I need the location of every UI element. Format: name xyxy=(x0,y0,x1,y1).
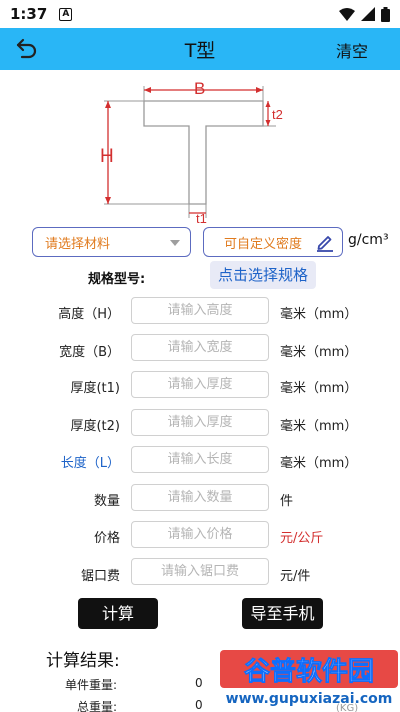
row-label-saw-fee: 锯口费 xyxy=(80,569,120,584)
total-weight-label: 总重量: xyxy=(76,700,117,712)
status-time: 1:37 xyxy=(10,5,48,23)
row-label-length: 长度（L） xyxy=(60,456,120,471)
price-input[interactable]: 请输入价格 xyxy=(131,521,269,548)
select-spec-button[interactable]: 点击选择规格 xyxy=(210,261,316,289)
pencil-icon[interactable] xyxy=(315,232,335,252)
row-label-quantity: 数量 xyxy=(93,494,120,509)
app-bar: T型 清空 xyxy=(0,28,400,70)
dim-h-label: H xyxy=(100,146,114,167)
thickness-t1-input[interactable]: 请输入厚度 xyxy=(131,371,269,398)
watermark: 谷普软件园 www.gupuxiazai.com (KG) xyxy=(218,648,400,712)
battery-icon xyxy=(381,6,390,22)
status-icons xyxy=(339,6,390,22)
unit-weight-value: 0 xyxy=(195,676,203,690)
material-select[interactable]: 请选择材料 xyxy=(32,227,191,257)
dim-t1-label: t1 xyxy=(196,211,207,226)
density-unit: g/cm³ xyxy=(348,232,389,248)
total-weight-value: 0 xyxy=(195,698,203,712)
signal-icon xyxy=(361,7,375,21)
page-title: T型 xyxy=(184,39,216,62)
t-section-diagram: B H t2 t1 xyxy=(100,79,283,226)
dim-b-label: B xyxy=(194,79,205,98)
export-to-phone-button[interactable]: 导至手机 xyxy=(242,598,323,629)
unit-weight-label: 单件重量: xyxy=(64,678,117,692)
thickness-t2-input[interactable]: 请输入厚度 xyxy=(131,409,269,436)
clear-button[interactable]: 清空 xyxy=(336,38,368,62)
result-title: 计算结果: xyxy=(46,651,120,671)
kg-partial: (KG) xyxy=(336,703,358,712)
material-select-placeholder: 请选择材料 xyxy=(45,237,111,252)
quantity-input[interactable]: 请输入数量 xyxy=(131,484,269,511)
status-bar: 1:37 A xyxy=(0,0,400,28)
density-placeholder: 可自定义密度 xyxy=(224,237,303,252)
wifi-icon xyxy=(339,7,355,21)
row-label-t2: 厚度(t2) xyxy=(70,419,120,434)
row-unit-t2: 毫米（mm） xyxy=(280,419,358,434)
row-label-t1: 厚度(t1) xyxy=(70,381,120,396)
spec-label: 规格型号: xyxy=(88,272,146,287)
calculate-button[interactable]: 计算 xyxy=(78,598,158,629)
row-label-height: 高度（H） xyxy=(58,307,120,322)
dim-t2-label: t2 xyxy=(272,107,283,122)
row-unit-t1: 毫米（mm） xyxy=(280,381,358,396)
watermark-brand: 谷普软件园 xyxy=(244,656,374,687)
row-unit-quantity: 件 xyxy=(280,494,294,509)
saw-fee-input[interactable]: 请输入锯口费 xyxy=(131,558,269,585)
row-unit-price: 元/公斤 xyxy=(280,531,324,546)
back-icon[interactable] xyxy=(14,36,40,62)
width-input[interactable]: 请输入宽度 xyxy=(131,334,269,361)
row-unit-width: 毫米（mm） xyxy=(280,345,358,360)
chevron-down-icon xyxy=(170,240,180,246)
height-input[interactable]: 请输入高度 xyxy=(131,297,269,324)
row-label-width: 宽度（B） xyxy=(59,345,120,360)
notification-icon: A xyxy=(59,7,73,21)
row-unit-height: 毫米（mm） xyxy=(280,307,358,322)
row-unit-length: 毫米（mm） xyxy=(280,456,358,471)
density-input[interactable]: 可自定义密度 xyxy=(203,227,343,257)
row-label-price: 价格 xyxy=(93,531,120,546)
length-input[interactable]: 请输入长度 xyxy=(131,446,269,473)
watermark-url: www.gupuxiazai.com xyxy=(226,691,393,707)
row-unit-saw-fee: 元/件 xyxy=(280,569,311,584)
